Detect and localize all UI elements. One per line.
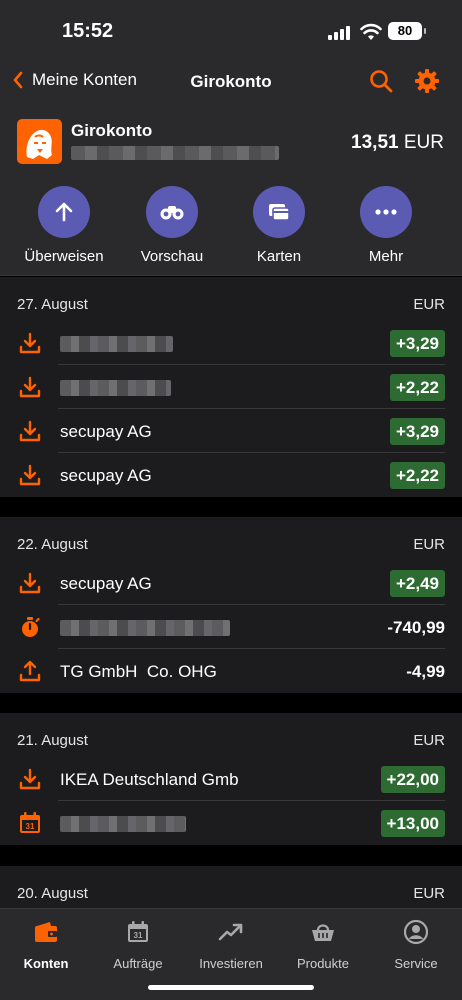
transaction-row[interactable]: secupay AG +2,49 <box>0 561 462 605</box>
group-date: 21. August <box>17 732 88 749</box>
calendar-icon: 31 <box>20 812 40 833</box>
account-balance: 13,51 EUR <box>351 132 444 154</box>
transaction-name: secupay AG <box>60 574 152 593</box>
transaction-name: secupay AG <box>60 422 152 441</box>
transaction-row[interactable]: +2,22 <box>0 365 462 409</box>
group-date: 27. August <box>17 296 88 313</box>
binoculars-icon <box>146 186 198 238</box>
search-icon[interactable] <box>368 68 394 94</box>
transaction-row[interactable]: secupay AG +2,22 <box>0 453 462 497</box>
cards-icon <box>253 186 305 238</box>
redacted-name <box>60 336 173 352</box>
incoming-icon <box>19 768 41 790</box>
person-icon <box>403 919 429 945</box>
stopwatch-icon <box>22 617 40 637</box>
transaction-amount: +2,22 <box>389 462 445 489</box>
group-date: 20. August <box>17 885 88 902</box>
calendar-icon: 31 <box>128 921 148 942</box>
balance-currency: EUR <box>403 132 444 153</box>
redacted-name <box>60 816 186 832</box>
svg-text:31: 31 <box>134 931 143 940</box>
preview-button[interactable]: Vorschau <box>122 186 222 265</box>
transaction-row[interactable]: IKEA Deutschland Gmb +22,00 <box>0 757 462 801</box>
transaction-amount: +3,29 <box>389 418 445 445</box>
tab-produkte[interactable]: Produkte <box>277 919 369 971</box>
more-dots-icon <box>360 186 412 238</box>
transaction-row[interactable]: -740,99 <box>0 605 462 649</box>
transaction-row[interactable]: secupay AG +3,29 <box>0 409 462 453</box>
incoming-icon <box>19 464 41 486</box>
transaction-group: 21. August EUR IKEA Deutschland Gmb +22,… <box>0 713 462 845</box>
tab-service[interactable]: Service <box>370 919 462 971</box>
transaction-row[interactable]: TG GmbH Co. OHG -4,99 <box>0 649 462 693</box>
group-header: 27. August EUR <box>0 277 462 321</box>
incoming-icon <box>19 376 41 398</box>
transaction-amount: +2,49 <box>389 570 445 597</box>
basket-icon <box>312 924 334 941</box>
account-number-redacted <box>71 146 279 160</box>
tab-label: Konten <box>23 956 69 971</box>
wallet-icon <box>35 922 57 942</box>
nav-bar: Meine Konten Girokonto <box>0 58 462 108</box>
action-label: Vorschau <box>140 248 204 265</box>
action-label: Mehr <box>368 248 404 265</box>
group-date: 22. August <box>17 536 88 553</box>
transaction-amount: +13,00 <box>380 810 445 837</box>
transaction-row[interactable]: 31 +13,00 <box>0 801 462 845</box>
transaction-group: 22. August EUR secupay AG +2,49 -740,99 … <box>0 517 462 693</box>
action-label: Karten <box>256 248 302 265</box>
cards-button[interactable]: Karten <box>229 186 329 265</box>
group-currency: EUR <box>413 732 445 749</box>
quick-actions: Überweisen Vorschau Karten Mehr <box>0 186 462 270</box>
transaction-amount: +22,00 <box>380 766 445 793</box>
more-button[interactable]: Mehr <box>336 186 436 265</box>
group-header: 20. August EUR <box>0 866 462 910</box>
tab-label: Investieren <box>199 956 263 971</box>
account-header: Girokonto 13,51 EUR Überweisen Vorschau … <box>0 108 462 276</box>
bank-lion-logo-icon <box>17 119 62 164</box>
incoming-icon <box>19 572 41 594</box>
gear-icon[interactable] <box>414 68 440 94</box>
group-currency: EUR <box>413 536 445 553</box>
transaction-amount: +3,29 <box>389 330 445 357</box>
tab-auftraege[interactable]: 31 Aufträge <box>92 919 184 971</box>
redacted-name <box>60 380 171 396</box>
transaction-amount: +2,22 <box>389 374 445 401</box>
balance-amount: 13,51 <box>351 132 399 153</box>
battery-indicator: 80 <box>388 22 426 40</box>
tab-label: Service <box>394 956 438 971</box>
action-label: Überweisen <box>24 248 104 265</box>
group-currency: EUR <box>413 885 445 902</box>
transaction-row[interactable]: +3,29 <box>0 321 462 365</box>
group-header: 22. August EUR <box>0 517 462 561</box>
status-bar: 15:52 80 <box>0 0 462 58</box>
arrow-up-icon <box>38 186 90 238</box>
transaction-group: 20. August EUR <box>0 866 462 908</box>
incoming-icon <box>19 332 41 354</box>
transfer-button[interactable]: Überweisen <box>14 186 114 265</box>
transaction-name: secupay AG <box>60 466 152 485</box>
group-header: 21. August EUR <box>0 713 462 757</box>
tab-konten[interactable]: Konten <box>0 919 92 971</box>
status-time: 15:52 <box>62 20 114 42</box>
group-currency: EUR <box>413 296 445 313</box>
tab-label: Aufträge <box>113 956 163 971</box>
transaction-amount: -740,99 <box>387 618 445 637</box>
wifi-icon <box>360 23 382 40</box>
redacted-name <box>60 620 230 636</box>
trend-icon <box>218 923 243 941</box>
transaction-name: TG GmbH Co. OHG <box>60 662 217 681</box>
cellular-signal-icon <box>328 26 350 40</box>
transaction-group: 27. August EUR +3,29 +2,22 secupay AG +3… <box>0 277 462 497</box>
tab-investieren[interactable]: Investieren <box>185 919 277 971</box>
home-indicator[interactable] <box>148 985 314 990</box>
svg-text:31: 31 <box>26 822 35 831</box>
tab-label: Produkte <box>296 956 350 971</box>
incoming-icon <box>19 420 41 442</box>
transaction-name: IKEA Deutschland Gmb <box>60 770 239 789</box>
outgoing-icon <box>19 660 41 682</box>
account-name: Girokonto <box>71 121 153 140</box>
transaction-amount: -4,99 <box>406 662 445 681</box>
